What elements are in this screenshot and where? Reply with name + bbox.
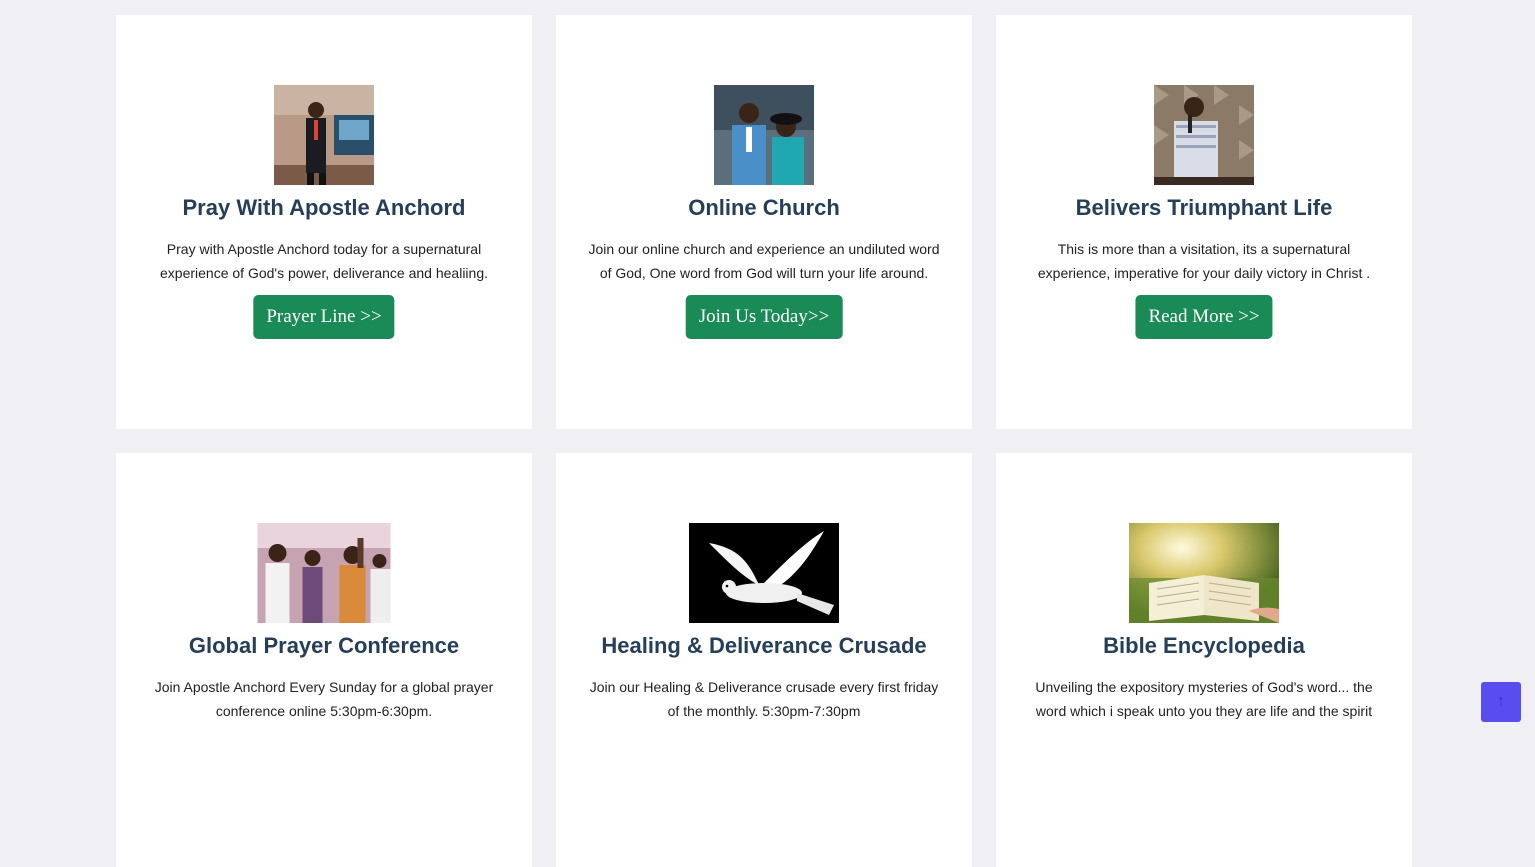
- card-title: Belivers Triumphant Life: [1075, 195, 1333, 220]
- card-description: Pray with Apostle Anchord today for a su…: [160, 241, 488, 281]
- prayer-line-button[interactable]: Prayer Line >>: [253, 295, 395, 339]
- card-image-congregation-photo: [257, 523, 391, 623]
- scroll-to-top-button[interactable]: ↑: [1481, 682, 1521, 722]
- card-description: This is more than a visitation, its a su…: [1037, 241, 1371, 281]
- card-description: Join Apostle Anchord Every Sunday for a …: [154, 679, 494, 719]
- card-description: Unveiling the expository mysteries of Go…: [1035, 679, 1373, 719]
- card-healing-deliverance-crusade: Healing & Deliverance Crusade Join our H…: [556, 453, 972, 867]
- card-image-apostle-portrait: [274, 85, 374, 185]
- card-title: Online Church: [688, 195, 840, 220]
- card-image-white-dove: [689, 523, 839, 623]
- card-pray-with-apostle: Pray With Apostle Anchord Pray with Apos…: [116, 15, 532, 429]
- arrow-up-icon: ↑: [1497, 693, 1505, 710]
- card-image-open-bible: [1129, 523, 1279, 623]
- card-title: Bible Encyclopedia: [1103, 633, 1305, 658]
- card-bible-encyclopedia: Bible Encyclopedia Unveiling the exposit…: [996, 453, 1412, 867]
- card-description: Join our online church and experience an…: [588, 241, 940, 281]
- join-us-today-button[interactable]: Join Us Today>>: [685, 295, 843, 339]
- card-image-preacher-photo: [1154, 85, 1254, 185]
- card-title: Healing & Deliverance Crusade: [601, 633, 927, 658]
- read-more-button[interactable]: Read More >>: [1135, 295, 1273, 339]
- card-online-church: Online Church Join our online church and…: [556, 15, 972, 429]
- card-believers-triumphant-life: Belivers Triumphant Life This is more th…: [996, 15, 1412, 429]
- card-title: Pray With Apostle Anchord: [182, 195, 466, 220]
- card-image-couple-photo: [714, 85, 814, 185]
- card-description: Join our Healing & Deliverance crusade e…: [589, 679, 939, 719]
- card-global-prayer-conference: Global Prayer Conference Join Apostle An…: [116, 453, 532, 867]
- card-title: Global Prayer Conference: [188, 633, 460, 658]
